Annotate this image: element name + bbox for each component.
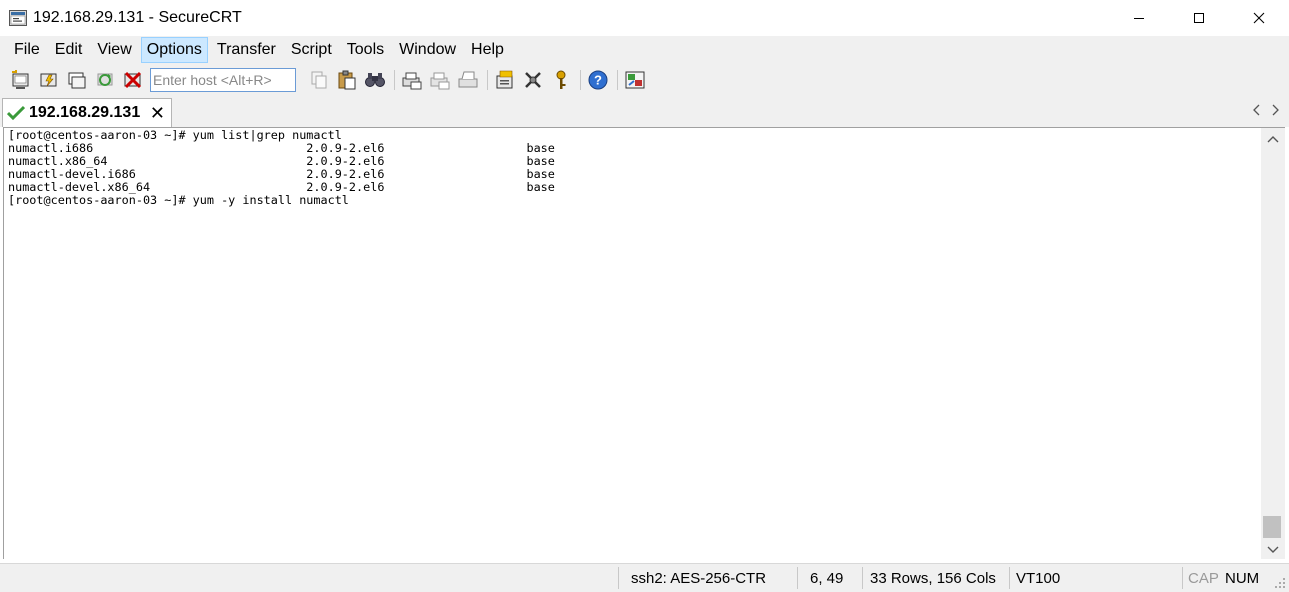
find-icon: [365, 72, 385, 87]
status-separator: [862, 567, 863, 589]
tab-navigation: [1243, 103, 1279, 121]
status-separator: [1009, 567, 1010, 589]
connect-button[interactable]: [10, 69, 32, 91]
menu-script[interactable]: Script: [285, 37, 338, 63]
session-tab[interactable]: 192.168.29.131 ✕: [2, 98, 172, 127]
menu-transfer[interactable]: Transfer: [211, 37, 282, 63]
svg-text:?: ?: [594, 72, 602, 87]
scroll-up-icon[interactable]: [1267, 135, 1279, 143]
copy-icon: [311, 71, 327, 88]
session-options-button[interactable]: [494, 69, 516, 91]
connect-in-tab-button[interactable]: [66, 69, 88, 91]
tab-close-icon[interactable]: ✕: [150, 104, 165, 122]
key-icon: [556, 70, 566, 89]
scrollbar-thumb[interactable]: [1263, 516, 1281, 538]
menu-help[interactable]: Help: [465, 37, 510, 63]
terminal-output: [root@centos-aaron-03 ~]# yum list|grep …: [4, 128, 1261, 207]
terminal-line: numactl-devel.i686 2.0.9-2.el6 base: [8, 167, 555, 181]
menu-options[interactable]: Options: [140, 37, 208, 63]
print-icon: [458, 71, 478, 87]
status-emulation: VT100: [1016, 570, 1061, 587]
close-icon: [1253, 12, 1265, 24]
window-controls: [1109, 0, 1289, 36]
terminal-line: numactl.i686 2.0.9-2.el6 base: [8, 141, 555, 155]
global-options-icon: [525, 71, 541, 88]
tab-bar: 192.168.29.131 ✕: [0, 95, 1289, 127]
quick-connect-button[interactable]: [38, 69, 60, 91]
terminal-line: [root@centos-aaron-03 ~]# yum list|grep …: [8, 128, 342, 142]
session-options-icon: [496, 70, 513, 88]
resize-grip-icon[interactable]: [1272, 575, 1286, 589]
tab-scroll-left-icon[interactable]: [1253, 103, 1261, 121]
print-selection-button[interactable]: [429, 69, 451, 91]
window-title: 192.168.29.131 - SecureCRT: [33, 9, 242, 26]
menu-tools[interactable]: Tools: [341, 37, 390, 63]
terminal-line: numactl.x86_64 2.0.9-2.el6 base: [8, 154, 555, 168]
sftp-button[interactable]: [624, 69, 646, 91]
toolbar: ?: [0, 64, 1289, 153]
toolbar-separator: [580, 69, 581, 90]
menu-edit[interactable]: Edit: [49, 37, 89, 63]
paste-button[interactable]: [336, 69, 358, 91]
toolbar-separator: [487, 69, 488, 90]
paste-icon: [338, 70, 356, 89]
print-screen-icon: [402, 72, 422, 89]
toolbar-separator: [394, 69, 395, 90]
sftp-icon: [625, 71, 645, 88]
status-separator: [618, 567, 619, 589]
global-options-button[interactable]: [522, 69, 544, 91]
status-bar: ssh2: AES-256-CTR 6, 49 33 Rows, 156 Col…: [0, 563, 1289, 592]
connect-icon: [12, 69, 29, 89]
help-icon: ?: [588, 70, 608, 89]
find-button[interactable]: [364, 69, 386, 91]
print-selection-icon: [430, 72, 450, 89]
connect-in-tab-icon: [68, 72, 86, 88]
reconnect-icon: [97, 73, 113, 86]
menu-file[interactable]: File: [8, 37, 46, 63]
status-separator: [797, 567, 798, 589]
help-button[interactable]: ?: [587, 69, 609, 91]
menu-window[interactable]: Window: [393, 37, 462, 63]
reconnect-button[interactable]: [94, 69, 116, 91]
menu-bar: File Edit View Options Transfer Script T…: [0, 36, 1289, 64]
toolbar-separator: [617, 69, 618, 90]
status-separator: [1182, 567, 1183, 589]
disconnect-icon: [124, 71, 142, 88]
print-screen-button[interactable]: [401, 69, 423, 91]
enter-host-input[interactable]: [150, 67, 296, 92]
disconnect-button[interactable]: [122, 69, 144, 91]
checkmark-icon: [7, 105, 25, 121]
maximize-button[interactable]: [1169, 0, 1229, 36]
status-caps-lock: CAP: [1188, 570, 1219, 587]
maximize-icon: [1194, 13, 1204, 23]
status-cursor-position: 6, 49: [810, 570, 844, 587]
securecrt-app-icon[interactable]: [9, 10, 27, 26]
session-tab-label: 192.168.29.131: [29, 104, 141, 121]
status-num-lock: NUM: [1225, 570, 1260, 587]
title-bar: 192.168.29.131 - SecureCRT: [0, 0, 1289, 36]
menu-view[interactable]: View: [91, 37, 137, 63]
tab-scroll-right-icon[interactable]: [1271, 103, 1279, 121]
terminal-scrollbar[interactable]: [1261, 127, 1285, 559]
keymap-button[interactable]: [550, 69, 572, 91]
quick-connect-icon: [40, 73, 57, 86]
terminal-line: numactl-devel.x86_64 2.0.9-2.el6 base: [8, 180, 555, 194]
print-button[interactable]: [457, 69, 479, 91]
minimize-icon: [1134, 18, 1144, 19]
status-terminal-size: 33 Rows, 156 Cols: [870, 570, 996, 587]
copy-button[interactable]: [308, 69, 330, 91]
close-button[interactable]: [1229, 0, 1289, 36]
terminal-screen[interactable]: [root@centos-aaron-03 ~]# yum list|grep …: [3, 127, 1261, 559]
minimize-button[interactable]: [1109, 0, 1169, 36]
status-encryption: ssh2: AES-256-CTR: [631, 570, 767, 587]
scroll-down-icon[interactable]: [1267, 546, 1279, 554]
terminal-line: [root@centos-aaron-03 ~]# yum -y install…: [8, 193, 349, 207]
